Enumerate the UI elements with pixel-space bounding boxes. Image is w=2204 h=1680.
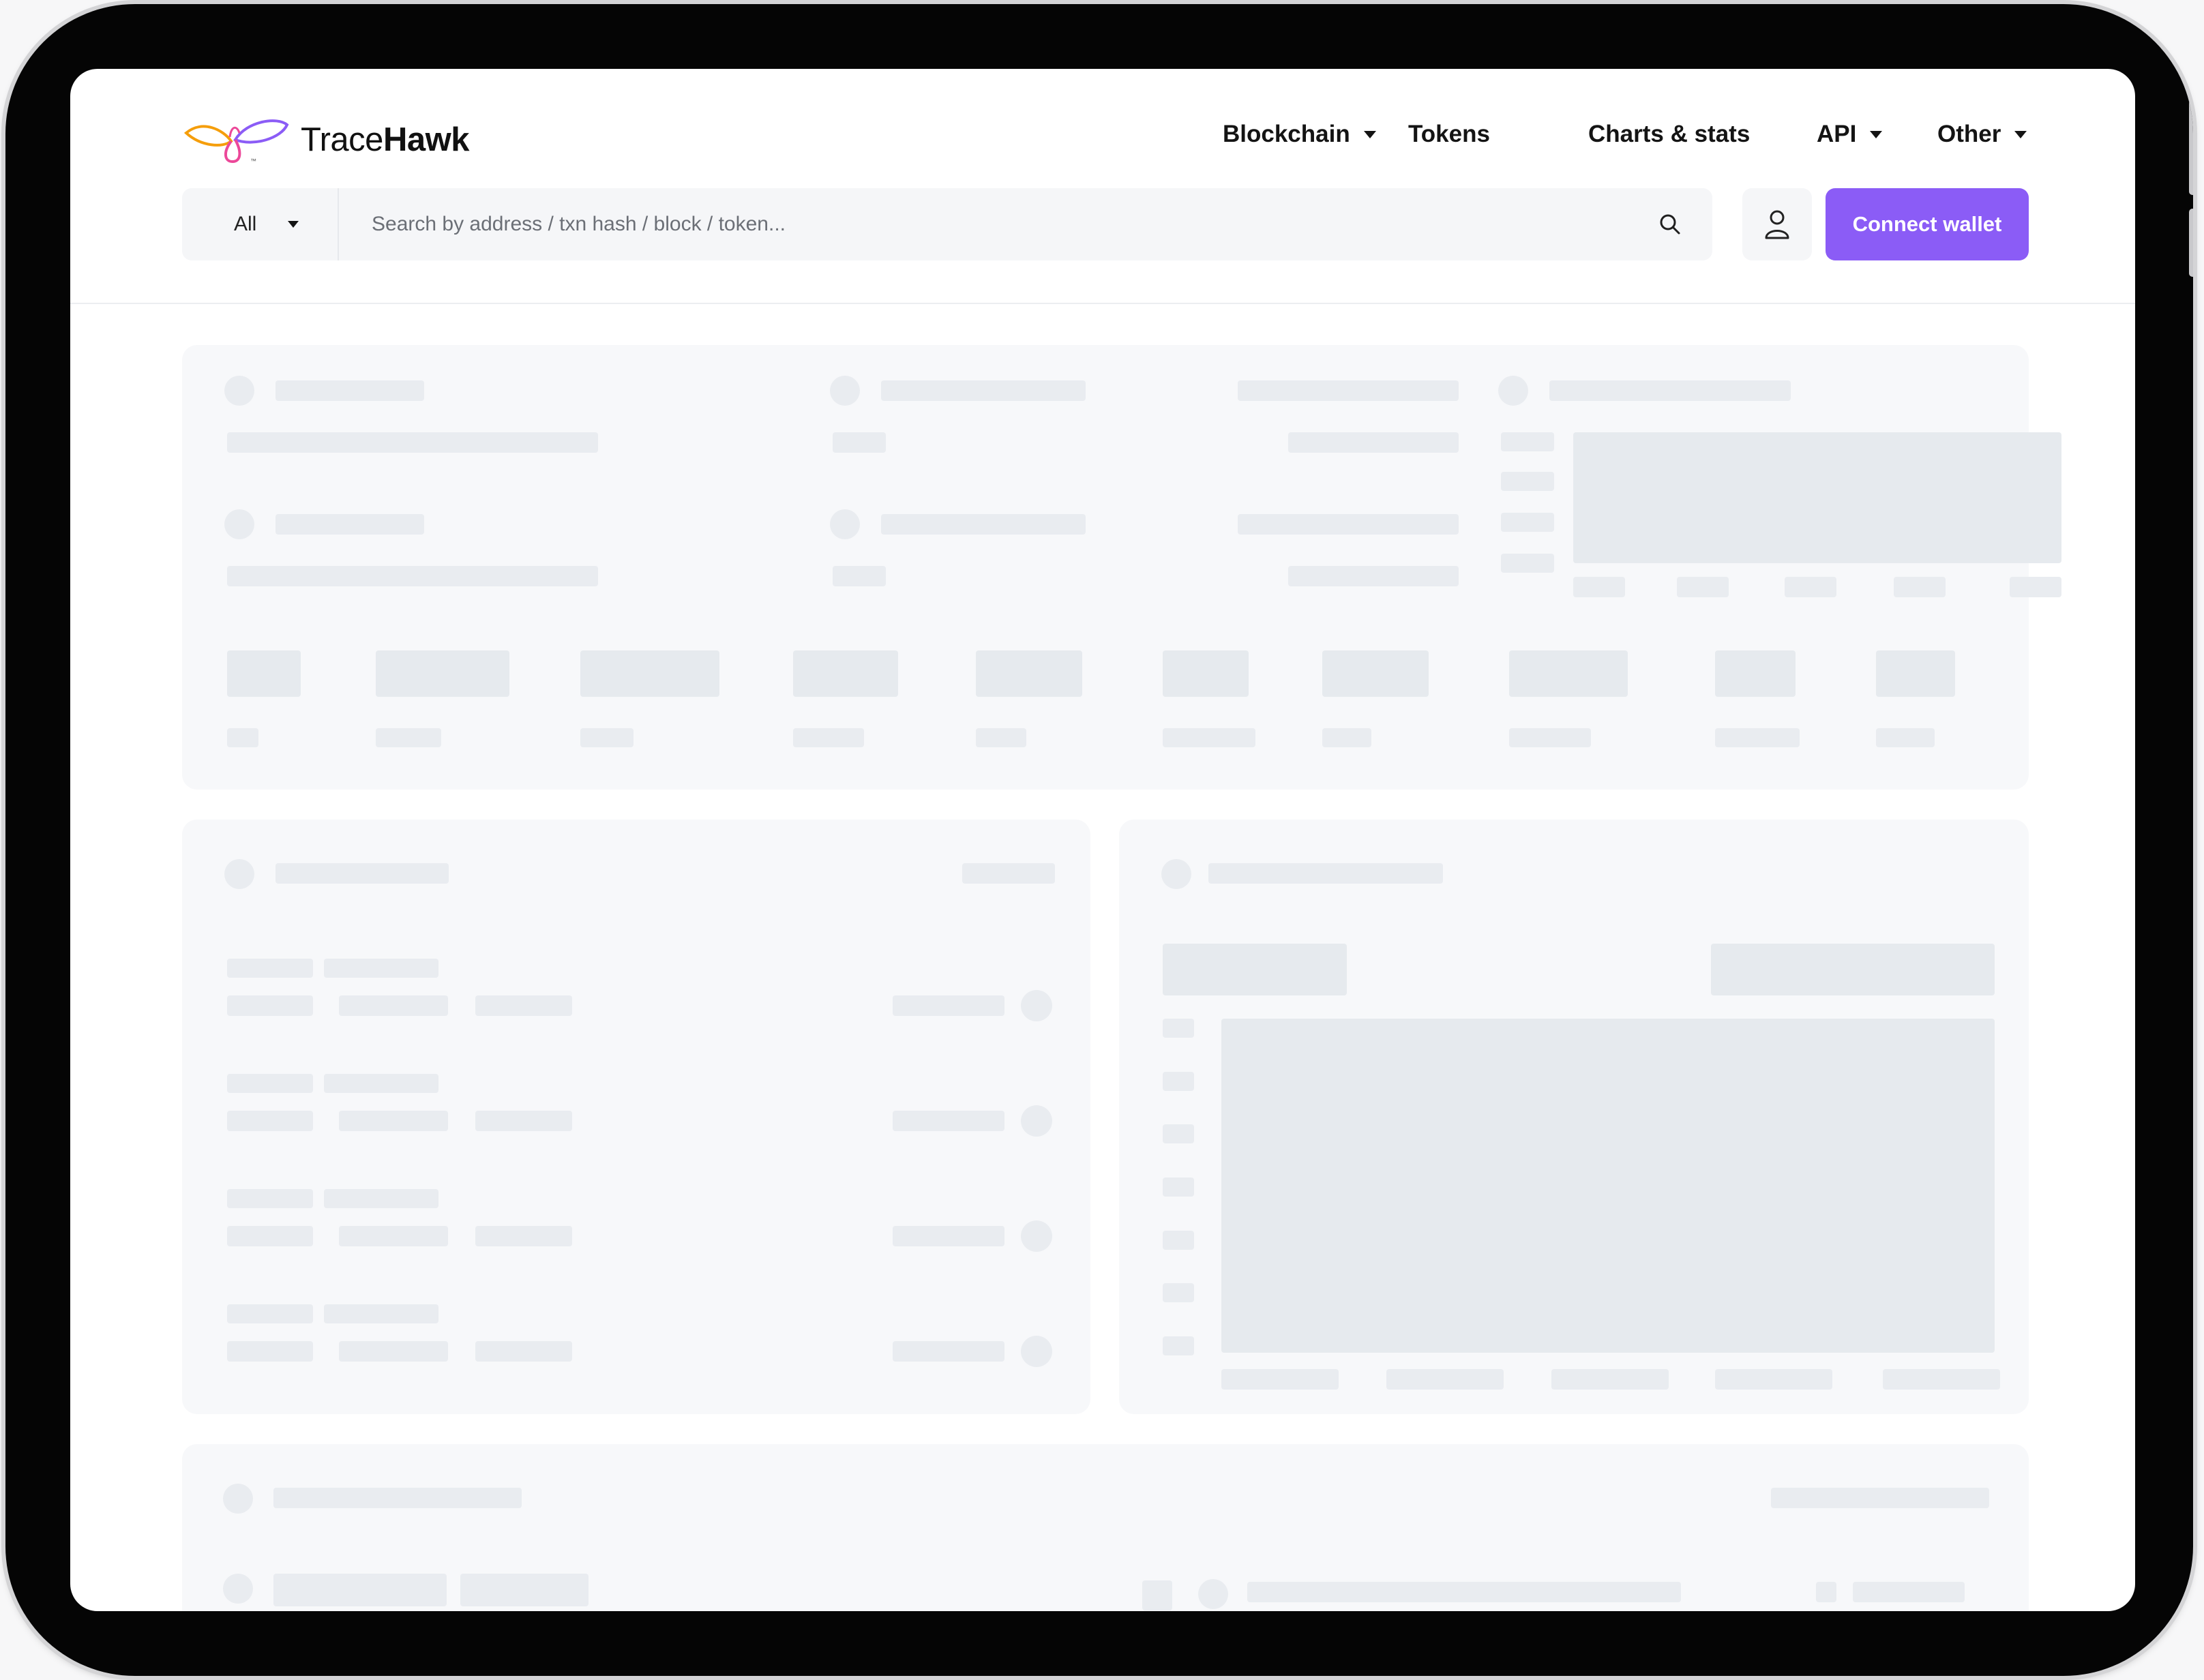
search-icon[interactable]	[1658, 212, 1682, 237]
skeleton-block	[227, 650, 301, 697]
skeleton-block	[1711, 944, 1995, 995]
skeleton-line	[1501, 472, 1554, 491]
list-card-skeleton	[182, 820, 1090, 1414]
skeleton-line	[1238, 380, 1459, 401]
browser-screen: ™ TraceHawk Blockchain Tokens Charts & s…	[70, 69, 2135, 1611]
skeleton-line	[580, 728, 634, 747]
skeleton-line	[1509, 728, 1591, 747]
skeleton-block	[580, 650, 719, 697]
skeleton-line	[227, 728, 258, 747]
brand-logo[interactable]: ™ TraceHawk	[182, 112, 469, 167]
skeleton-line	[833, 432, 886, 453]
skeleton-block	[1163, 650, 1249, 697]
nav-api[interactable]: API	[1817, 118, 1883, 151]
stats-card-skeleton	[182, 345, 2061, 790]
skeleton-line	[881, 380, 1086, 401]
skeleton-line	[833, 566, 886, 586]
skeleton-line	[1501, 513, 1554, 532]
brand-name: TraceHawk	[301, 121, 469, 158]
tablet-frame: ™ TraceHawk Blockchain Tokens Charts & s…	[5, 4, 2193, 1676]
skeleton-line	[276, 380, 424, 401]
skeleton-chart	[1573, 432, 2061, 563]
skeleton-line	[1771, 1488, 1989, 1508]
skeleton-block	[376, 650, 509, 697]
tracehawk-logo-icon: ™	[183, 119, 289, 164]
skeleton-block	[1163, 944, 1347, 995]
skeleton-icon	[830, 509, 860, 539]
skeleton-chart	[1221, 1019, 1995, 1353]
skeleton-icon	[830, 376, 860, 406]
connect-wallet-button[interactable]: Connect wallet	[1826, 188, 2029, 260]
skeleton-line	[227, 432, 598, 453]
device-side-button	[2189, 100, 2193, 195]
skeleton-line	[1894, 577, 1946, 597]
table-card-skeleton	[182, 1444, 2029, 1611]
profile-button[interactable]	[1742, 188, 1812, 260]
skeleton-icon	[1498, 376, 1528, 406]
skeleton-line	[227, 566, 598, 586]
search-input[interactable]	[372, 188, 1599, 260]
skeleton-icon	[1161, 859, 1191, 889]
skeleton-line	[1785, 577, 1836, 597]
skeleton-line	[1208, 863, 1443, 884]
skeleton-icon	[224, 859, 254, 889]
skeleton-line	[976, 728, 1026, 747]
skeleton-icon	[224, 376, 254, 406]
skeleton-line	[276, 514, 424, 535]
skeleton-line	[2010, 577, 2061, 597]
skeleton-line	[1288, 432, 1459, 453]
search-bar: All	[182, 188, 1712, 260]
skeleton-block	[1876, 650, 1955, 697]
skeleton-block	[1715, 650, 1796, 697]
chevron-down-icon	[2014, 130, 2027, 138]
skeleton-block	[1322, 650, 1429, 697]
device-side-button	[2189, 209, 2193, 277]
nav-tokens[interactable]: Tokens	[1408, 118, 1490, 151]
skeleton-icon	[224, 509, 254, 539]
chevron-down-icon	[1870, 130, 1883, 138]
skeleton-line	[273, 1488, 522, 1508]
skeleton-line	[881, 514, 1086, 535]
skeleton-line	[1549, 380, 1791, 401]
chevron-down-icon	[1363, 130, 1376, 138]
skeleton-line	[1876, 728, 1935, 747]
skeleton-block	[976, 650, 1082, 697]
skeleton-line	[793, 728, 864, 747]
skeleton-line	[376, 728, 441, 747]
skeleton-line	[1501, 432, 1554, 451]
skeleton-block	[793, 650, 898, 697]
skeleton-line	[1322, 728, 1371, 747]
header-divider	[70, 303, 2135, 304]
skeleton-line	[1573, 577, 1625, 597]
skeleton-line	[1288, 566, 1459, 586]
search-filter-select[interactable]: All	[182, 188, 339, 260]
skeleton-line	[1501, 554, 1554, 573]
svg-text:™: ™	[250, 158, 256, 164]
nav-blockchain[interactable]: Blockchain	[1223, 118, 1376, 151]
user-icon	[1765, 210, 1789, 239]
skeleton-icon	[223, 1484, 253, 1514]
nav-charts-stats[interactable]: Charts & stats	[1588, 118, 1750, 151]
skeleton-line	[1238, 514, 1459, 535]
skeleton-line	[1715, 728, 1800, 747]
skeleton-block	[1509, 650, 1628, 697]
chart-card-skeleton	[1119, 820, 2029, 1414]
nav-other[interactable]: Other	[1937, 118, 2027, 151]
skeleton-line	[1677, 577, 1729, 597]
chevron-down-icon	[288, 221, 299, 228]
skeleton-line	[962, 863, 1055, 884]
skeleton-line	[1163, 728, 1255, 747]
skeleton-line	[276, 863, 449, 884]
